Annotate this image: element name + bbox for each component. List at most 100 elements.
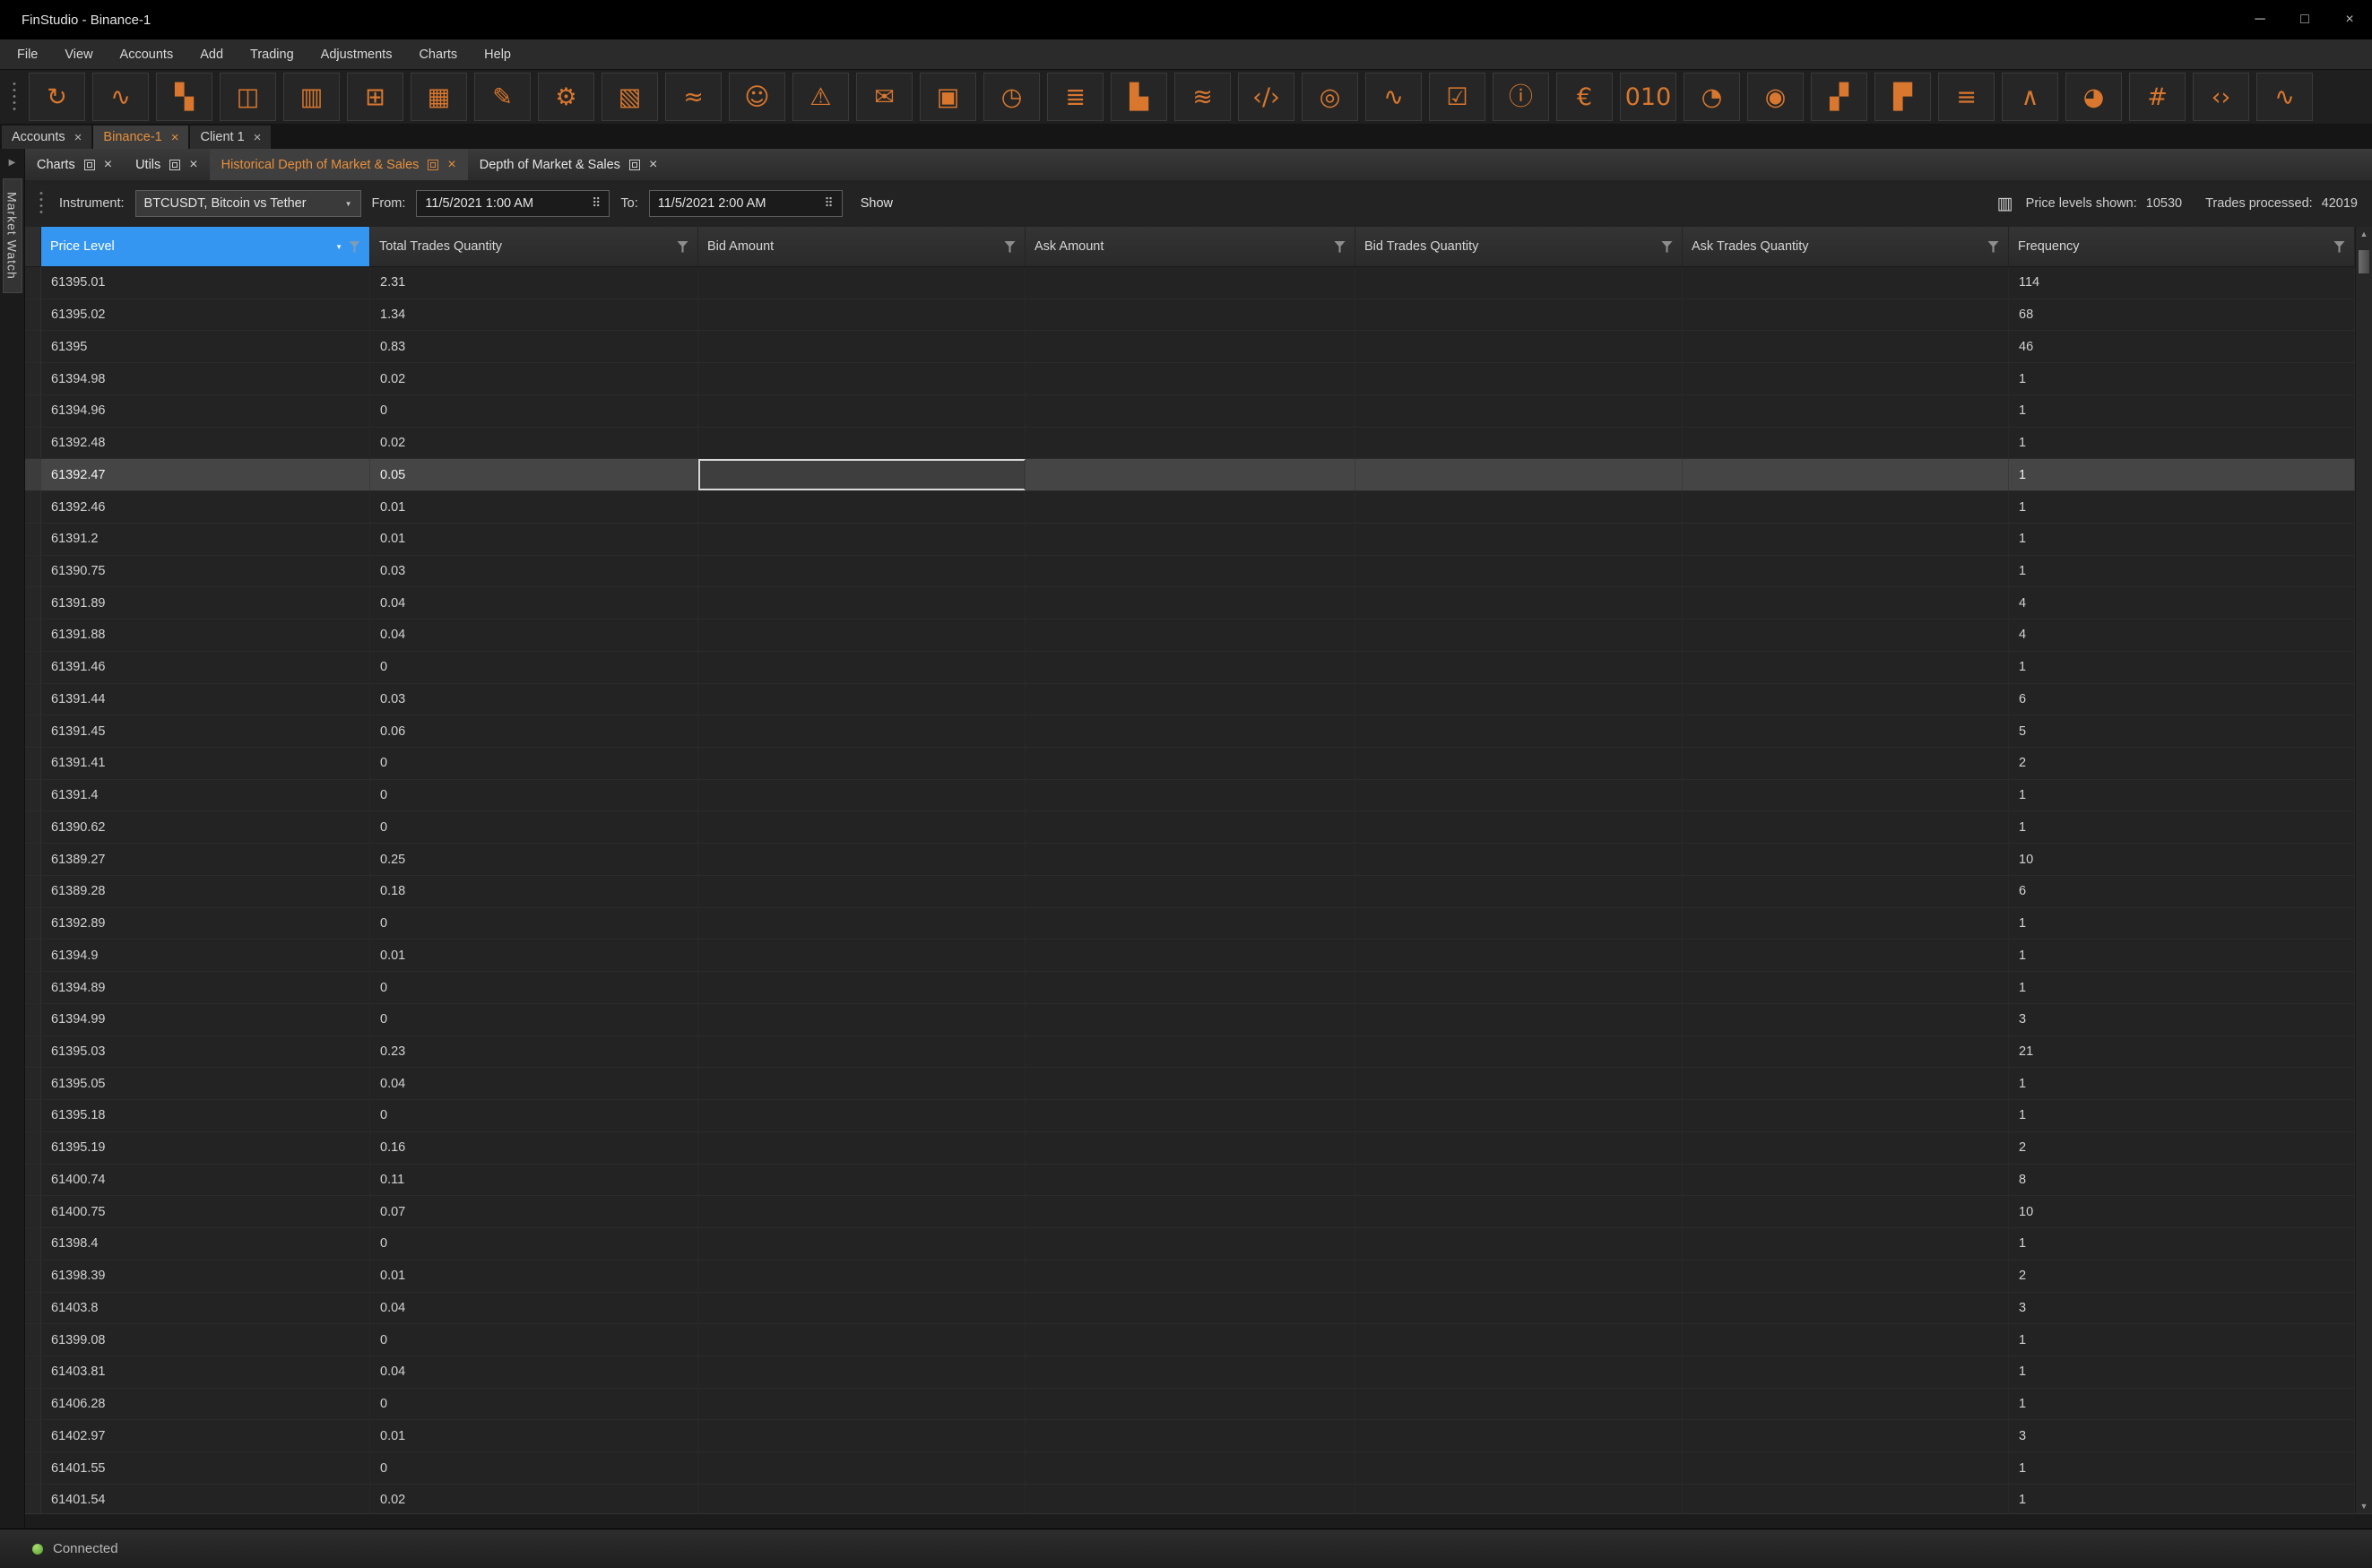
cell-bid-amount[interactable] (698, 1165, 1026, 1196)
cell-total-trades-quantity[interactable]: 0 (370, 1452, 698, 1484)
cell-ask-trades-quantity[interactable] (1683, 395, 2009, 427)
cell-bid-trades-quantity[interactable] (1355, 844, 1683, 875)
cell-ask-amount[interactable] (1026, 363, 1355, 394)
table-row[interactable]: 61391.880.044 (25, 619, 2355, 652)
cell-frequency[interactable]: 3 (2009, 1293, 2355, 1324)
cell-ask-amount[interactable] (1026, 428, 1355, 459)
table-row[interactable]: 61392.470.051 (25, 459, 2355, 491)
cell-total-trades-quantity[interactable]: 0.01 (370, 491, 698, 523)
cell-bid-trades-quantity[interactable] (1355, 267, 1683, 299)
cell-ask-trades-quantity[interactable] (1683, 780, 2009, 811)
cell-price-level[interactable]: 61403.8 (41, 1293, 370, 1324)
close-icon[interactable]: × (171, 130, 179, 145)
cell-bid-amount[interactable] (698, 267, 1026, 299)
cell-bid-amount[interactable] (698, 1228, 1026, 1260)
cell-price-level[interactable]: 61392.48 (41, 428, 370, 459)
menu-item-help[interactable]: Help (471, 48, 524, 62)
cell-bid-amount[interactable] (698, 1452, 1026, 1484)
cell-price-level[interactable]: 61401.55 (41, 1452, 370, 1484)
candle-scan-button[interactable]: # (2129, 73, 2186, 121)
popout-icon[interactable] (629, 160, 640, 170)
cell-frequency[interactable]: 5 (2009, 715, 2355, 747)
from-date-input[interactable]: 11/5/2021 1:00 AM ⠿ (416, 190, 610, 217)
cell-bid-amount[interactable] (698, 844, 1026, 875)
cell-ask-amount[interactable] (1026, 1100, 1355, 1131)
cell-frequency[interactable]: 1 (2009, 652, 2355, 683)
cell-total-trades-quantity[interactable]: 0.16 (370, 1132, 698, 1164)
cell-frequency[interactable]: 1 (2009, 908, 2355, 940)
cell-ask-trades-quantity[interactable] (1683, 715, 2009, 747)
users-group-button[interactable]: ☺ (729, 73, 785, 121)
cell-frequency[interactable]: 1 (2009, 395, 2355, 427)
cell-bid-trades-quantity[interactable] (1355, 1100, 1683, 1131)
cell-ask-trades-quantity[interactable] (1683, 1356, 2009, 1388)
table-row[interactable]: 61401.540.021 (25, 1485, 2355, 1513)
columns-view-button[interactable]: ▥ (283, 73, 340, 121)
cell-total-trades-quantity[interactable]: 0.02 (370, 428, 698, 459)
cell-total-trades-quantity[interactable]: 1.34 (370, 299, 698, 331)
cell-bid-trades-quantity[interactable] (1355, 1452, 1683, 1484)
cell-bid-amount[interactable] (698, 684, 1026, 715)
cell-price-level[interactable]: 61395 (41, 331, 370, 362)
market-watch-tab[interactable]: Market Watch (3, 178, 22, 293)
cell-bid-trades-quantity[interactable] (1355, 1132, 1683, 1164)
cell-price-level[interactable]: 61394.99 (41, 1004, 370, 1035)
cell-ask-amount[interactable] (1026, 267, 1355, 299)
binary-stream-button[interactable]: 010 (1620, 73, 1676, 121)
cell-total-trades-quantity[interactable]: 0.83 (370, 331, 698, 362)
timer-info-button[interactable]: ⓘ (1493, 73, 1549, 121)
table-row[interactable]: 61395.190.162 (25, 1132, 2355, 1165)
cell-bid-trades-quantity[interactable] (1355, 331, 1683, 362)
table-row[interactable]: 61400.750.0710 (25, 1196, 2355, 1228)
cell-price-level[interactable]: 61395.03 (41, 1036, 370, 1068)
cell-bid-trades-quantity[interactable] (1355, 1036, 1683, 1068)
cell-ask-trades-quantity[interactable] (1683, 556, 2009, 587)
cell-bid-amount[interactable] (698, 1389, 1026, 1420)
table-row[interactable]: 61400.740.118 (25, 1165, 2355, 1197)
cell-frequency[interactable]: 2 (2009, 1132, 2355, 1164)
cell-total-trades-quantity[interactable]: 0.07 (370, 1196, 698, 1227)
filter-icon[interactable] (349, 241, 360, 253)
doc-tab-client-1[interactable]: Client 1× (190, 126, 271, 149)
dock-expander-icon[interactable]: ▶ (9, 158, 16, 168)
cell-price-level[interactable]: 61392.47 (41, 459, 370, 490)
calendar-icon[interactable]: ⠿ (824, 196, 833, 211)
cell-bid-amount[interactable] (698, 524, 1026, 555)
cell-bid-amount[interactable] (698, 1196, 1026, 1227)
cell-total-trades-quantity[interactable]: 0.06 (370, 715, 698, 747)
cell-bid-amount[interactable] (698, 1356, 1026, 1388)
cell-ask-amount[interactable] (1026, 556, 1355, 587)
cell-price-level[interactable]: 61395.05 (41, 1068, 370, 1099)
cell-bid-amount[interactable] (698, 556, 1026, 587)
cell-ask-trades-quantity[interactable] (1683, 1485, 2009, 1513)
cell-bid-trades-quantity[interactable] (1355, 1196, 1683, 1227)
cell-frequency[interactable]: 1 (2009, 1068, 2355, 1099)
chart-blocks-button[interactable]: ▙ (1111, 73, 1167, 121)
cell-total-trades-quantity[interactable]: 0.01 (370, 1420, 698, 1451)
column-header-frequency[interactable]: Frequency (2009, 227, 2355, 266)
cell-frequency[interactable]: 1 (2009, 556, 2355, 587)
cell-bid-trades-quantity[interactable] (1355, 1420, 1683, 1451)
cell-bid-trades-quantity[interactable] (1355, 1356, 1683, 1388)
column-header-ask-amount[interactable]: Ask Amount (1026, 227, 1355, 266)
search-binary-button[interactable]: ◎ (1302, 73, 1358, 121)
cell-ask-trades-quantity[interactable] (1683, 331, 2009, 362)
table-row[interactable]: 61398.401 (25, 1228, 2355, 1260)
cell-price-level[interactable]: 61392.89 (41, 908, 370, 940)
table-row[interactable]: 61391.440.036 (25, 684, 2355, 716)
cell-ask-trades-quantity[interactable] (1683, 1100, 2009, 1131)
scrollbar-thumb[interactable] (2359, 250, 2369, 273)
close-icon[interactable]: × (104, 157, 112, 173)
cell-total-trades-quantity[interactable]: 0.05 (370, 459, 698, 490)
cell-ask-amount[interactable] (1026, 299, 1355, 331)
table-row[interactable]: 61395.012.31114 (25, 267, 2355, 299)
menu-item-adjustments[interactable]: Adjustments (307, 48, 406, 62)
cell-bid-amount[interactable] (698, 940, 1026, 971)
table-row[interactable]: 61398.390.012 (25, 1260, 2355, 1293)
cell-ask-trades-quantity[interactable] (1683, 1165, 2009, 1196)
cell-ask-amount[interactable] (1026, 1389, 1355, 1420)
cell-ask-amount[interactable] (1026, 715, 1355, 747)
cell-frequency[interactable]: 1 (2009, 811, 2355, 843)
menu-item-charts[interactable]: Charts (405, 48, 471, 62)
cell-total-trades-quantity[interactable]: 0.03 (370, 556, 698, 587)
